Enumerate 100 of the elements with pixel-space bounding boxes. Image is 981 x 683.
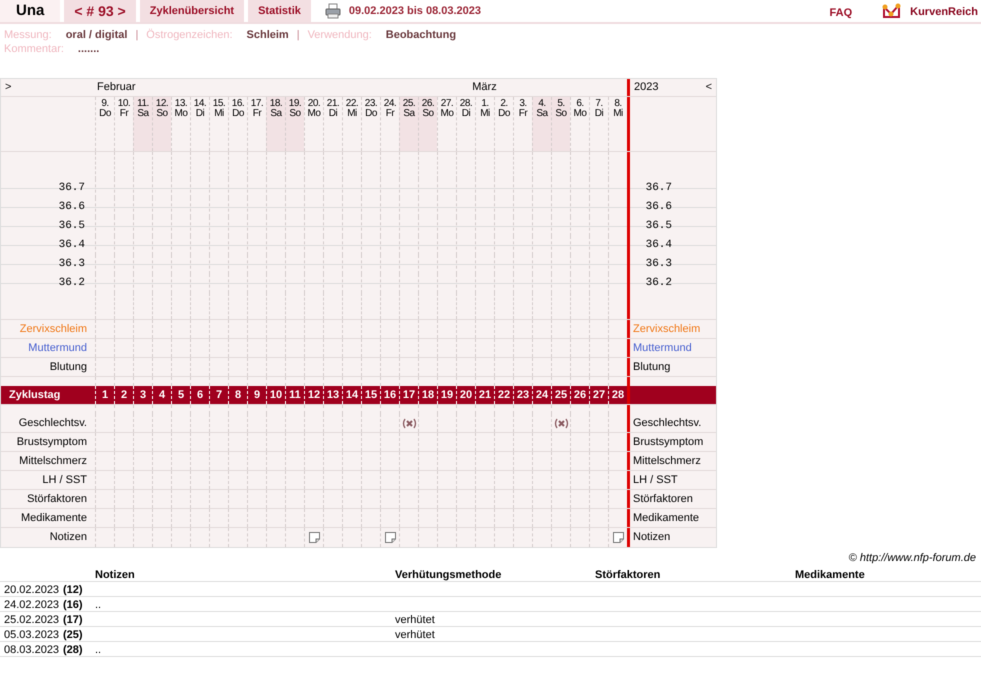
row-label: Störfaktoren	[633, 492, 693, 507]
row-label: Notizen	[50, 530, 87, 546]
tab[interactable]: Una	[0, 0, 60, 22]
cycle-day-number: 16	[384, 388, 396, 403]
field-value: Schleim	[246, 28, 289, 42]
date-header: 5. So	[551, 97, 570, 151]
note-text: ..	[95, 644, 102, 656]
nav-arrow[interactable]: <	[706, 79, 712, 96]
temperature-label: 36.4	[646, 238, 672, 254]
nav-arrow[interactable]: >	[5, 81, 12, 93]
row-label: Zervixschleim	[20, 322, 87, 337]
column-header: Verhütungsmethode	[395, 568, 502, 580]
row-label: LH / SST	[42, 472, 87, 488]
row-label: Muttermund	[28, 340, 87, 356]
cycle-day-number: 12	[308, 388, 320, 403]
row-label: Blutung	[633, 360, 670, 375]
date-header: 25. Sa	[399, 97, 418, 151]
column-header: Notizen	[95, 568, 135, 580]
cross-mark-icon[interactable]	[554, 418, 568, 428]
date-header: 27. Mo	[437, 97, 456, 151]
field-label: Kommentar:	[4, 42, 64, 56]
cycle-day-number: 18	[422, 388, 434, 403]
row-label: Zyklustag	[9, 388, 60, 403]
date-header: 2. Do	[494, 97, 513, 151]
cycle-day-number: 28	[612, 388, 624, 403]
date-header: 16. Do	[228, 97, 247, 151]
field-value: Beobachtung	[386, 28, 456, 42]
date-text: 08.03.2023	[4, 644, 60, 656]
field-value: .......	[78, 42, 100, 56]
row-label: Störfaktoren	[27, 492, 87, 507]
temperature-label: 36.5	[646, 219, 672, 234]
printer-icon[interactable]	[324, 3, 341, 19]
row-label: Medikamente	[633, 510, 700, 526]
row-label: Mittelschmerz	[19, 454, 87, 469]
temperature-label: 36.2	[646, 276, 672, 292]
column-header: Störfaktoren	[595, 568, 660, 580]
temperature-label: 36.3	[646, 257, 672, 272]
cycle-day-number: 2	[120, 388, 128, 403]
cycle-day-number: 19	[440, 388, 454, 403]
date-header: 14. Di	[190, 97, 209, 151]
temperature-label: 36.5	[58, 219, 85, 234]
row-label: Mittelschmerz	[633, 454, 701, 469]
date-text: 24.02.2023	[4, 598, 60, 610]
cycle-day-text: (25)	[63, 628, 83, 640]
cycle-day-number: 21	[478, 388, 492, 403]
note-icon[interactable]	[612, 532, 624, 543]
note-icon[interactable]	[384, 532, 396, 543]
field-value: oral / digital	[66, 28, 128, 42]
date-header: 26. So	[418, 97, 437, 151]
date-header: 23. Do	[361, 97, 380, 151]
temperature-label: 36.7	[58, 181, 85, 196]
row-label: Geschlechtsv.	[633, 416, 702, 431]
cycle-day-text: (16)	[63, 598, 83, 610]
logo-icon	[882, 3, 902, 19]
row-label: Brustsymptom	[16, 434, 87, 450]
month-label: März	[472, 80, 497, 96]
cycle-day-number: 8	[234, 388, 242, 403]
faq-link[interactable]: FAQ	[830, 4, 852, 22]
temperature-label: 36.6	[646, 200, 672, 216]
tab[interactable]: Statistik	[248, 0, 311, 22]
cycle-day-number: 22	[498, 388, 510, 403]
cross-mark-icon[interactable]	[402, 418, 416, 428]
date-header: 4. Sa	[532, 97, 551, 151]
temperature-label: 36.3	[58, 257, 85, 272]
cycle-day-number: 10	[270, 388, 282, 403]
row-label: Muttermund	[633, 340, 692, 356]
date-header: 21. Di	[323, 97, 342, 151]
column-header: Medikamente	[795, 568, 865, 580]
cycle-day-text: (28)	[63, 644, 83, 656]
cycle-day-number: 3	[140, 388, 146, 403]
cycle-day-number: 23	[516, 388, 530, 403]
date-header: 7. Di	[589, 97, 608, 151]
date-text: 20.02.2023	[4, 584, 60, 596]
row-label: Notizen	[633, 530, 670, 546]
temperature-label: 36.7	[646, 181, 672, 196]
temperature-label: 36.6	[58, 200, 85, 216]
date-header: 22. Mi	[342, 97, 361, 151]
tab[interactable]: < # 93 >	[64, 0, 136, 22]
cycle-day-number: 1	[102, 388, 108, 403]
month-label: Februar	[97, 80, 136, 96]
date-header: 20. Mo	[304, 97, 323, 151]
cycle-day-number: 25	[554, 388, 568, 403]
date-header: 6. Mo	[570, 97, 589, 151]
tab[interactable]: Zyklenübersicht	[140, 0, 244, 22]
cycle-day-text: (17)	[63, 614, 83, 626]
row-label: Medikamente	[20, 510, 87, 526]
date-header: 11. Sa	[133, 97, 152, 151]
year-label: 2023	[634, 80, 658, 96]
note-icon[interactable]	[308, 532, 320, 543]
row-label: Brustsymptom	[633, 434, 704, 450]
date-header: 28. Di	[456, 97, 475, 151]
date-header: 1. Mi	[475, 97, 494, 151]
cycle-day-number: 7	[216, 388, 222, 403]
copyright-text: © http://www.nfp-forum.de	[848, 551, 976, 566]
cycle-day-number: 20	[460, 388, 472, 403]
row-label: Geschlechtsv.	[18, 416, 87, 431]
row-label: Blutung	[50, 360, 87, 375]
separator: |	[296, 28, 300, 42]
cycle-day-number: 4	[158, 388, 166, 403]
cycle-day-number: 15	[364, 388, 378, 403]
